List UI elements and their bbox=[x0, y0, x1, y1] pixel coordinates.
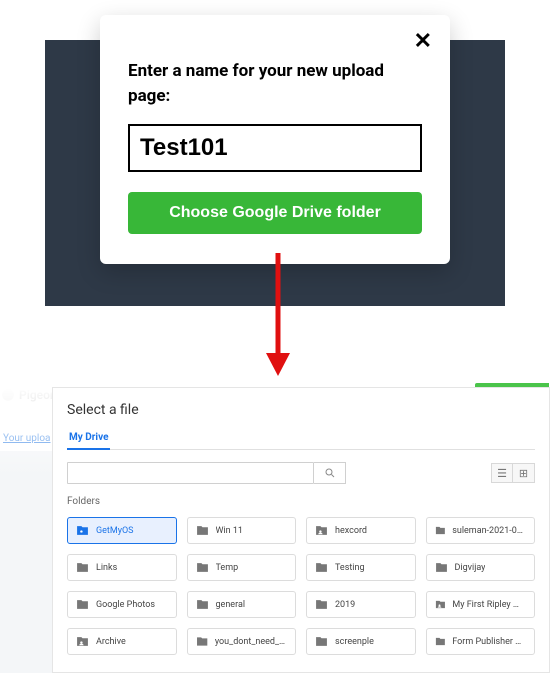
folder-item[interactable]: Archive bbox=[67, 628, 177, 655]
folder-label: My First Ripley Work... bbox=[452, 600, 526, 610]
shared-folder-icon bbox=[76, 524, 89, 537]
picker-title: Select a file bbox=[67, 402, 535, 418]
new-upload-page-modal: ✕ Enter a name for your new upload page:… bbox=[100, 15, 450, 264]
folder-item[interactable]: you_dont_need_wp bbox=[187, 628, 297, 655]
upload-page-name-input[interactable] bbox=[128, 124, 422, 172]
folder-label: general bbox=[216, 600, 246, 610]
view-grid-button[interactable]: ⊞ bbox=[513, 463, 535, 483]
shared-folder-icon bbox=[435, 598, 446, 611]
folder-item[interactable]: GetMyOS bbox=[67, 517, 177, 544]
breadcrumb[interactable]: Your uploa bbox=[0, 433, 53, 444]
folder-item[interactable]: Links bbox=[67, 554, 177, 581]
folder-icon bbox=[196, 561, 209, 574]
folder-item[interactable]: 2019 bbox=[306, 591, 416, 618]
folder-label: Temp bbox=[216, 563, 239, 573]
folder-item[interactable]: Testing bbox=[306, 554, 416, 581]
tab-my-drive[interactable]: My Drive bbox=[67, 428, 110, 449]
list-view-icon: ☰ bbox=[497, 467, 507, 480]
choose-folder-button[interactable]: Choose Google Drive folder bbox=[128, 192, 422, 234]
folder-icon bbox=[435, 635, 446, 648]
folder-icon bbox=[435, 561, 448, 574]
folder-label: GetMyOS bbox=[96, 526, 134, 536]
folder-item[interactable]: Win 11 bbox=[187, 517, 297, 544]
folder-icon bbox=[196, 635, 208, 648]
folder-item[interactable]: suleman-2021-03-17... bbox=[426, 517, 536, 544]
folder-item[interactable]: hexcord bbox=[306, 517, 416, 544]
folder-label: Archive bbox=[96, 637, 126, 647]
folder-icon bbox=[76, 598, 89, 611]
pigeon-icon bbox=[1, 388, 15, 402]
folder-item[interactable]: Form Publisher Outp... bbox=[426, 628, 536, 655]
folder-label: hexcord bbox=[335, 526, 367, 536]
grid-view-icon: ⊞ bbox=[519, 467, 528, 480]
folder-label: Digvijay bbox=[455, 563, 486, 573]
folder-icon bbox=[196, 598, 209, 611]
folder-item[interactable]: My First Ripley Work... bbox=[426, 591, 536, 618]
modal-prompt: Enter a name for your new upload page: bbox=[128, 59, 422, 108]
folder-label: Links bbox=[96, 563, 117, 573]
drive-picker: Select a file My Drive ☰ ⊞ bbox=[52, 387, 550, 673]
folder-item[interactable]: Google Photos bbox=[67, 591, 177, 618]
folder-label: screenple bbox=[335, 637, 374, 647]
folder-icon bbox=[435, 524, 446, 537]
shared-folder-icon bbox=[315, 524, 328, 537]
folder-label: 2019 bbox=[335, 600, 355, 610]
folder-icon bbox=[196, 524, 209, 537]
folder-item[interactable]: Digvijay bbox=[426, 554, 536, 581]
folder-label: suleman-2021-03-17... bbox=[452, 526, 526, 536]
folder-label: Google Photos bbox=[96, 600, 155, 610]
picker-search-input[interactable] bbox=[67, 462, 314, 484]
close-icon[interactable]: ✕ bbox=[414, 29, 432, 54]
folder-icon bbox=[315, 635, 328, 648]
folder-icon bbox=[76, 561, 89, 574]
folders-section-label: Folders bbox=[67, 496, 535, 507]
folder-label: Form Publisher Outp... bbox=[452, 637, 526, 647]
folder-icon bbox=[315, 598, 328, 611]
shared-folder-icon bbox=[76, 635, 89, 648]
folder-icon bbox=[315, 561, 328, 574]
search-icon bbox=[324, 467, 336, 479]
folder-label: you_dont_need_wp bbox=[215, 637, 287, 647]
folder-label: Testing bbox=[335, 563, 365, 573]
arrow-down-icon bbox=[258, 248, 298, 378]
folder-label: Win 11 bbox=[216, 526, 244, 536]
picker-tabs: My Drive bbox=[67, 428, 535, 450]
folder-item[interactable]: Temp bbox=[187, 554, 297, 581]
folder-item[interactable]: screenple bbox=[306, 628, 416, 655]
picker-search-button[interactable] bbox=[314, 462, 346, 484]
view-list-button[interactable]: ☰ bbox=[491, 463, 513, 483]
folder-item[interactable]: general bbox=[187, 591, 297, 618]
